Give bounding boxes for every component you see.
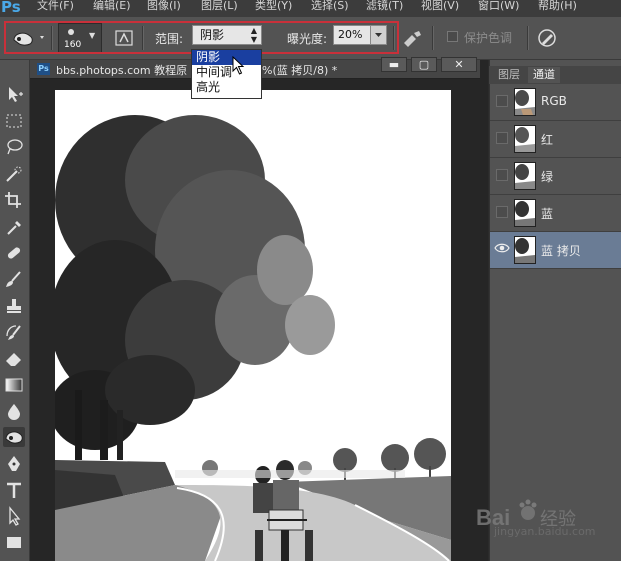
eye-icon[interactable] <box>494 242 510 254</box>
marquee-icon <box>6 114 22 128</box>
dropdown-option-shadows[interactable]: 阴影 <box>192 50 261 65</box>
dropdown-option-highlights[interactable]: 高光 <box>192 80 261 95</box>
channel-row-green[interactable]: 绿 <box>490 158 621 195</box>
menu-file[interactable]: 文件(F) <box>37 0 74 17</box>
menu-type[interactable]: 类型(Y) <box>255 0 292 17</box>
minimize-icon: ▬ <box>388 58 400 71</box>
pen-tool[interactable] <box>3 454 25 474</box>
ps-document-icon: Ps <box>37 63 50 75</box>
menu-image[interactable]: 图像(I) <box>147 0 181 17</box>
airbrush-toggle[interactable] <box>401 29 423 47</box>
photoshop-logo: Ps <box>1 0 21 16</box>
quick-select-icon <box>6 166 22 182</box>
close-button[interactable]: ✕ <box>441 57 477 72</box>
brush-tool[interactable] <box>3 269 25 289</box>
visibility-toggle[interactable] <box>496 169 508 181</box>
eyedropper-icon <box>7 221 21 235</box>
airbrush-icon <box>404 31 421 47</box>
channel-name: 绿 <box>541 170 554 184</box>
channel-thumbnail <box>514 125 536 153</box>
watermark-url: jingyan.baidu.com <box>494 525 596 538</box>
channel-row-blue[interactable]: 蓝 <box>490 195 621 232</box>
path-select-icon <box>9 506 21 526</box>
healing-brush-tool[interactable] <box>3 243 25 263</box>
visibility-toggle[interactable] <box>496 206 508 218</box>
channel-row-blue-copy[interactable]: 蓝 拷贝 <box>490 232 621 269</box>
mouse-cursor-icon <box>232 55 246 79</box>
menu-select[interactable]: 选择(S) <box>311 0 349 17</box>
blur-tool[interactable] <box>3 401 25 421</box>
stamp-icon <box>7 299 21 313</box>
channel-row-rgb[interactable]: RGB <box>490 84 621 121</box>
tools-panel <box>0 60 30 561</box>
crop-tool[interactable] <box>3 190 25 210</box>
gradient-tool[interactable] <box>3 375 25 395</box>
separator <box>527 26 529 50</box>
menu-layer[interactable]: 图层(L) <box>201 0 238 17</box>
type-icon <box>7 482 21 498</box>
minimize-button[interactable]: ▬ <box>381 57 407 72</box>
document-title: bbs.photops.com 教程原 <box>56 64 188 77</box>
move-tool[interactable] <box>3 84 25 104</box>
pressure-pen-icon <box>538 29 556 47</box>
visibility-toggle[interactable] <box>496 132 508 144</box>
eraser-icon <box>6 353 21 366</box>
channel-name: 蓝 <box>541 207 554 221</box>
channel-thumbnail <box>514 162 536 190</box>
history-brush-icon <box>6 325 21 340</box>
menu-filter[interactable]: 滤镜(T) <box>366 0 403 17</box>
lasso-icon <box>7 139 23 155</box>
lasso-tool[interactable] <box>3 137 25 157</box>
rectangle-icon <box>7 537 21 548</box>
burn-tool[interactable] <box>3 427 25 447</box>
channel-thumbnail <box>514 88 536 116</box>
menu-window[interactable]: 窗口(W) <box>478 0 519 17</box>
channel-thumbnail <box>514 236 536 264</box>
channel-row-red[interactable]: 红 <box>490 121 621 158</box>
gradient-icon <box>5 378 23 392</box>
channel-name: RGB <box>541 94 567 108</box>
clone-stamp-tool[interactable] <box>3 296 25 316</box>
menu-view[interactable]: 视图(V) <box>421 0 459 17</box>
close-icon: ✕ <box>454 58 464 71</box>
image-canvas[interactable] <box>55 90 451 561</box>
marquee-tool[interactable] <box>3 111 25 131</box>
channel-name: 红 <box>541 133 554 147</box>
tab-layers[interactable]: 图层 <box>493 67 525 83</box>
burn-icon <box>5 431 23 444</box>
bandage-icon <box>7 247 21 259</box>
menu-help[interactable]: 帮助(H) <box>538 0 577 17</box>
crop-icon <box>5 192 21 208</box>
document-title-tail: %(蓝 拷贝/8) * <box>262 64 338 77</box>
pen-icon <box>8 456 20 471</box>
protect-tones-label: 保护色调 <box>464 31 513 45</box>
dropdown-option-midtones[interactable]: 中间调 <box>192 65 261 80</box>
eyedropper-tool[interactable] <box>3 217 25 237</box>
pressure-size-toggle[interactable] <box>536 27 558 49</box>
visibility-toggle[interactable] <box>496 95 508 107</box>
tab-channels[interactable]: 通道 <box>528 67 560 83</box>
eraser-tool[interactable] <box>3 348 25 368</box>
restore-icon: ▢ <box>418 58 430 71</box>
channel-name: 蓝 拷贝 <box>541 244 581 258</box>
quick-selection-tool[interactable] <box>3 164 25 184</box>
photo-bw-tree-road <box>55 115 451 561</box>
range-dropdown-list: 阴影 中间调 高光 <box>191 49 262 99</box>
restore-button[interactable]: ▢ <box>411 57 437 72</box>
move-icon <box>9 87 23 102</box>
history-brush-tool[interactable] <box>3 322 25 342</box>
channel-thumbnail <box>514 199 536 227</box>
rectangle-tool[interactable] <box>3 532 25 552</box>
brush-icon <box>6 271 21 287</box>
droplet-icon <box>8 404 20 420</box>
separator <box>432 26 434 50</box>
type-tool[interactable] <box>3 480 25 500</box>
menu-edit[interactable]: 编辑(E) <box>93 0 131 17</box>
path-selection-tool[interactable] <box>3 506 25 526</box>
protect-tones-checkbox[interactable] <box>447 31 458 42</box>
